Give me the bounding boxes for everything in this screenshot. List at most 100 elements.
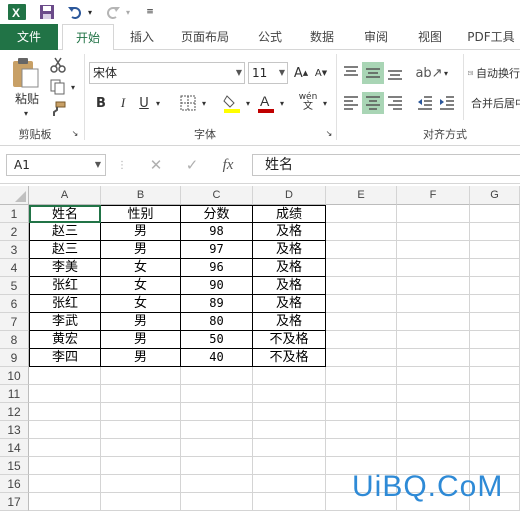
font-size-combo[interactable]: 11 ▼ [248, 62, 288, 84]
cell[interactable] [253, 457, 326, 475]
cell[interactable] [29, 439, 101, 457]
cell[interactable]: 男 [101, 223, 181, 241]
cell[interactable] [181, 421, 253, 439]
cell[interactable] [397, 385, 470, 403]
row-header[interactable]: 1 [0, 205, 29, 223]
tab-formulas[interactable]: 公式 [250, 24, 290, 50]
row-header[interactable]: 17 [0, 493, 29, 511]
column-header-g[interactable]: G [470, 186, 520, 205]
cell[interactable] [470, 367, 520, 385]
cell[interactable]: 及格 [253, 241, 326, 259]
redo-dropdown-icon[interactable]: ▾ [124, 3, 132, 21]
cell[interactable]: 及格 [253, 223, 326, 241]
cell[interactable] [181, 493, 253, 511]
cell[interactable]: 及格 [253, 277, 326, 295]
cell[interactable]: 李武 [29, 313, 101, 331]
column-header-f[interactable]: F [397, 186, 470, 205]
cell[interactable] [181, 367, 253, 385]
cut-icon[interactable] [48, 56, 68, 74]
font-color-dropdown-icon[interactable]: ▾ [277, 96, 287, 110]
fill-color-icon[interactable] [222, 92, 242, 114]
cell[interactable] [101, 385, 181, 403]
cancel-entry-icon[interactable]: ✕ [142, 154, 170, 176]
align-center-icon[interactable] [362, 92, 384, 114]
font-launcher-icon[interactable]: ↘ [324, 128, 334, 138]
row-header[interactable]: 16 [0, 475, 29, 493]
cell[interactable]: 李四 [29, 349, 101, 367]
decrease-indent-icon[interactable] [414, 92, 436, 114]
cell[interactable]: 女 [101, 277, 181, 295]
cell[interactable]: 张红 [29, 277, 101, 295]
cell[interactable]: 黄宏 [29, 331, 101, 349]
cell[interactable]: 女 [101, 259, 181, 277]
cell[interactable]: 98 [181, 223, 253, 241]
font-color-icon[interactable]: A [256, 92, 276, 114]
format-painter-icon[interactable] [48, 100, 68, 118]
cell[interactable] [326, 367, 397, 385]
cell[interactable] [470, 205, 520, 223]
cell[interactable] [181, 457, 253, 475]
paste-button[interactable]: 粘贴 [8, 90, 46, 106]
cell[interactable] [253, 475, 326, 493]
cell[interactable] [326, 313, 397, 331]
undo-icon[interactable] [66, 3, 84, 21]
borders-icon[interactable] [178, 92, 198, 114]
paste-icon[interactable] [8, 56, 42, 90]
font-name-combo[interactable]: 宋体 ▼ [89, 62, 245, 84]
cell[interactable]: 分数 [181, 205, 253, 223]
orientation-dropdown-icon[interactable]: ▾ [441, 66, 451, 80]
cell[interactable] [326, 349, 397, 367]
cell[interactable] [101, 421, 181, 439]
cell[interactable] [326, 385, 397, 403]
cell[interactable]: 40 [181, 349, 253, 367]
cell[interactable] [470, 295, 520, 313]
column-header-e[interactable]: E [326, 186, 397, 205]
cell[interactable]: 男 [101, 313, 181, 331]
cell[interactable] [470, 421, 520, 439]
cell[interactable] [470, 349, 520, 367]
cell[interactable] [101, 403, 181, 421]
tab-home[interactable]: 开始 [62, 24, 114, 51]
cell[interactable] [470, 439, 520, 457]
cell[interactable] [326, 403, 397, 421]
clipboard-launcher-icon[interactable]: ↘ [70, 128, 80, 138]
row-header[interactable]: 5 [0, 277, 29, 295]
cell[interactable] [29, 457, 101, 475]
customize-qab-icon[interactable]: ≡ [144, 3, 156, 21]
cell[interactable]: 不及格 [253, 349, 326, 367]
increase-indent-icon[interactable] [436, 92, 458, 114]
cell[interactable]: 性别 [101, 205, 181, 223]
worksheet-grid[interactable]: ABCDEFG 1 2 3 4 5 6 7 8 9 10 11 12 13 14 15 16 17 姓名 性别 分数… [0, 186, 520, 512]
insert-function-button[interactable]: fx [214, 154, 242, 176]
column-header-c[interactable]: C [181, 186, 253, 205]
cell[interactable] [253, 385, 326, 403]
row-header[interactable]: 8 [0, 331, 29, 349]
cell[interactable]: 男 [101, 349, 181, 367]
cell[interactable] [397, 331, 470, 349]
align-top-icon[interactable] [340, 62, 362, 84]
row-header[interactable]: 10 [0, 367, 29, 385]
cell[interactable] [397, 349, 470, 367]
cell[interactable] [326, 241, 397, 259]
cell[interactable] [181, 403, 253, 421]
cell[interactable]: 女 [101, 295, 181, 313]
save-icon[interactable] [38, 3, 56, 21]
cell[interactable] [29, 421, 101, 439]
cell[interactable] [181, 385, 253, 403]
align-right-icon[interactable] [384, 92, 406, 114]
cell[interactable] [253, 367, 326, 385]
cell[interactable] [397, 421, 470, 439]
italic-button[interactable]: I [114, 92, 132, 114]
cell[interactable] [470, 403, 520, 421]
name-box[interactable]: A1 ▼ [6, 154, 106, 176]
cell[interactable] [101, 439, 181, 457]
chevron-down-icon[interactable]: ▼ [95, 155, 101, 175]
row-header[interactable]: 3 [0, 241, 29, 259]
cell[interactable]: 89 [181, 295, 253, 313]
cell[interactable] [101, 367, 181, 385]
tab-review[interactable]: 审阅 [356, 24, 396, 50]
cell[interactable]: 不及格 [253, 331, 326, 349]
row-header[interactable]: 11 [0, 385, 29, 403]
wrap-text-button[interactable]: 自动换行 [468, 62, 520, 84]
cell[interactable] [181, 439, 253, 457]
